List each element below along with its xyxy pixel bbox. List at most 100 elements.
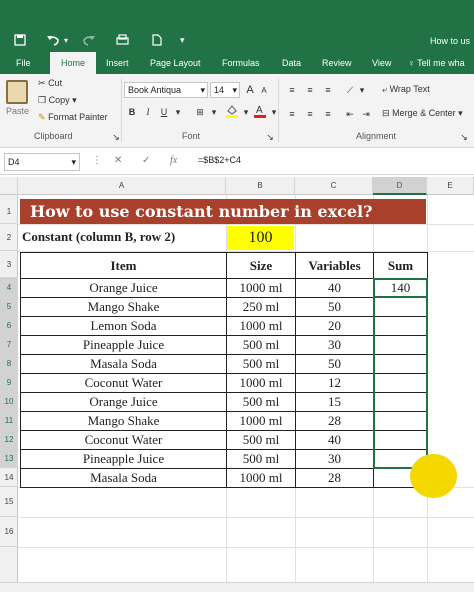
row-header[interactable]: 4 bbox=[0, 278, 18, 297]
font-size-select[interactable]: 14 ▾ bbox=[210, 82, 240, 98]
row-header[interactable]: 5 bbox=[0, 297, 18, 316]
cell-size[interactable]: 250 ml bbox=[226, 297, 296, 317]
tab-home[interactable]: Home bbox=[50, 52, 96, 74]
increase-font-icon[interactable]: A bbox=[244, 84, 256, 96]
align-right-icon[interactable]: ≡ bbox=[322, 108, 334, 120]
cell-sum[interactable] bbox=[373, 335, 428, 355]
undo-icon[interactable] bbox=[46, 31, 60, 49]
cell-size[interactable]: 500 ml bbox=[226, 392, 296, 412]
cell-size[interactable]: 1000 ml bbox=[226, 468, 296, 488]
tell-me-search[interactable]: ♀ Tell me wha bbox=[404, 52, 469, 74]
tab-review[interactable]: Review bbox=[318, 52, 356, 74]
chevron-down-icon[interactable]: ▾ bbox=[356, 84, 368, 96]
align-bottom-icon[interactable]: ≡ bbox=[322, 84, 334, 96]
horizontal-scrollbar[interactable] bbox=[0, 582, 474, 592]
header-sum[interactable]: Sum bbox=[373, 252, 428, 279]
cell-item[interactable]: Mango Shake bbox=[20, 297, 227, 317]
column-header-c[interactable]: C bbox=[295, 177, 373, 195]
select-all-corner[interactable] bbox=[0, 177, 18, 195]
cell-variables[interactable]: 12 bbox=[295, 373, 374, 393]
dialog-launcher-icon[interactable]: ↘ bbox=[264, 131, 276, 143]
row-header[interactable]: 11 bbox=[0, 411, 18, 430]
cell-variables[interactable]: 20 bbox=[295, 316, 374, 336]
row-header[interactable]: 13 bbox=[0, 449, 18, 468]
row-header[interactable]: 1 bbox=[0, 199, 18, 224]
cell-item[interactable]: Lemon Soda bbox=[20, 316, 227, 336]
cell-size[interactable]: 1000 ml bbox=[226, 411, 296, 431]
cell-size[interactable]: 1000 ml bbox=[226, 373, 296, 393]
borders-icon[interactable]: ⊞ bbox=[194, 106, 206, 118]
active-cell[interactable] bbox=[373, 278, 428, 298]
orientation-icon[interactable]: ⟋ bbox=[344, 84, 356, 96]
paste-button[interactable]: Paste bbox=[6, 80, 29, 116]
cell-size[interactable]: 500 ml bbox=[226, 354, 296, 374]
chevron-down-icon[interactable]: ▾ bbox=[208, 106, 220, 118]
tab-view[interactable]: View bbox=[368, 52, 395, 74]
tab-insert[interactable]: Insert bbox=[102, 52, 133, 74]
format-painter-button[interactable]: ✎ Format Painter bbox=[38, 112, 108, 123]
row-header[interactable]: 15 bbox=[0, 487, 18, 517]
align-left-icon[interactable]: ≡ bbox=[286, 108, 298, 120]
save-icon[interactable] bbox=[14, 31, 26, 49]
header-variables[interactable]: Variables bbox=[295, 252, 374, 279]
tab-page-layout[interactable]: Page Layout bbox=[146, 52, 205, 74]
cell-variables[interactable]: 30 bbox=[295, 335, 374, 355]
fill-color-icon[interactable] bbox=[226, 104, 238, 118]
align-middle-icon[interactable]: ≡ bbox=[304, 84, 316, 96]
row-header[interactable]: 12 bbox=[0, 430, 18, 449]
customize-toolbar-icon[interactable]: ▾ bbox=[180, 31, 185, 49]
column-header-a[interactable]: A bbox=[18, 177, 226, 195]
cell-item[interactable]: Coconut Water bbox=[20, 430, 227, 450]
cell-sum[interactable] bbox=[373, 392, 428, 412]
tab-formulas[interactable]: Formulas bbox=[218, 52, 264, 74]
cell-size[interactable]: 500 ml bbox=[226, 449, 296, 469]
cell-item[interactable]: Coconut Water bbox=[20, 373, 227, 393]
cell-item[interactable]: Pineapple Juice bbox=[20, 335, 227, 355]
print-icon[interactable] bbox=[116, 31, 129, 49]
cell-sum[interactable] bbox=[373, 316, 428, 336]
row-header[interactable]: 16 bbox=[0, 517, 18, 547]
row-header[interactable]: 2 bbox=[0, 224, 18, 251]
enter-icon[interactable]: ✓ bbox=[142, 155, 150, 166]
bold-button[interactable]: B bbox=[126, 106, 138, 118]
font-color-icon[interactable]: A bbox=[254, 104, 266, 118]
undo-dropdown-icon[interactable]: ▾ bbox=[64, 31, 68, 49]
constant-label[interactable]: Constant (column B, row 2) bbox=[22, 229, 175, 245]
name-box[interactable]: D4 ▾ bbox=[4, 153, 80, 171]
cell-sum[interactable] bbox=[373, 297, 428, 317]
tab-file[interactable]: File bbox=[12, 52, 35, 74]
column-header-b[interactable]: B bbox=[226, 177, 295, 195]
increase-indent-icon[interactable]: ⇥ bbox=[360, 108, 372, 120]
row-header[interactable]: 3 bbox=[0, 251, 18, 278]
cell-size[interactable]: 500 ml bbox=[226, 335, 296, 355]
cell-item[interactable]: Orange Juice bbox=[20, 392, 227, 412]
row-header[interactable]: 10 bbox=[0, 392, 18, 411]
tab-data[interactable]: Data bbox=[278, 52, 305, 74]
underline-button[interactable]: U bbox=[158, 106, 170, 118]
cell-sum[interactable] bbox=[373, 354, 428, 374]
row-header[interactable]: 7 bbox=[0, 335, 18, 354]
decrease-font-icon[interactable]: A bbox=[258, 85, 270, 97]
align-center-icon[interactable]: ≡ bbox=[304, 108, 316, 120]
cell-item[interactable]: Mango Shake bbox=[20, 411, 227, 431]
formula-input[interactable]: =$B$2+C4 bbox=[198, 155, 241, 165]
cell-variables[interactable]: 40 bbox=[295, 430, 374, 450]
cut-button[interactable]: ✂ Cut bbox=[38, 78, 62, 89]
row-header[interactable]: 8 bbox=[0, 354, 18, 373]
row-header[interactable]: 14 bbox=[0, 468, 18, 487]
decrease-indent-icon[interactable]: ⇤ bbox=[344, 108, 356, 120]
row-header[interactable]: 6 bbox=[0, 316, 18, 335]
copy-button[interactable]: ❐ Copy ▾ bbox=[38, 95, 77, 106]
dialog-launcher-icon[interactable]: ↘ bbox=[458, 131, 470, 143]
header-item[interactable]: Item bbox=[20, 252, 227, 279]
cell-item[interactable]: Pineapple Juice bbox=[20, 449, 227, 469]
redo-icon[interactable] bbox=[82, 31, 96, 49]
cell-variables[interactable]: 50 bbox=[295, 297, 374, 317]
cell-item[interactable]: Masala Soda bbox=[20, 468, 227, 488]
italic-button[interactable]: I bbox=[142, 106, 154, 118]
insert-function-icon[interactable]: fx bbox=[170, 155, 177, 166]
font-name-select[interactable]: Book Antiqua ▾ bbox=[124, 82, 208, 98]
header-size[interactable]: Size bbox=[226, 252, 296, 279]
cell-item[interactable]: Masala Soda bbox=[20, 354, 227, 374]
cell-sum[interactable] bbox=[373, 411, 428, 431]
